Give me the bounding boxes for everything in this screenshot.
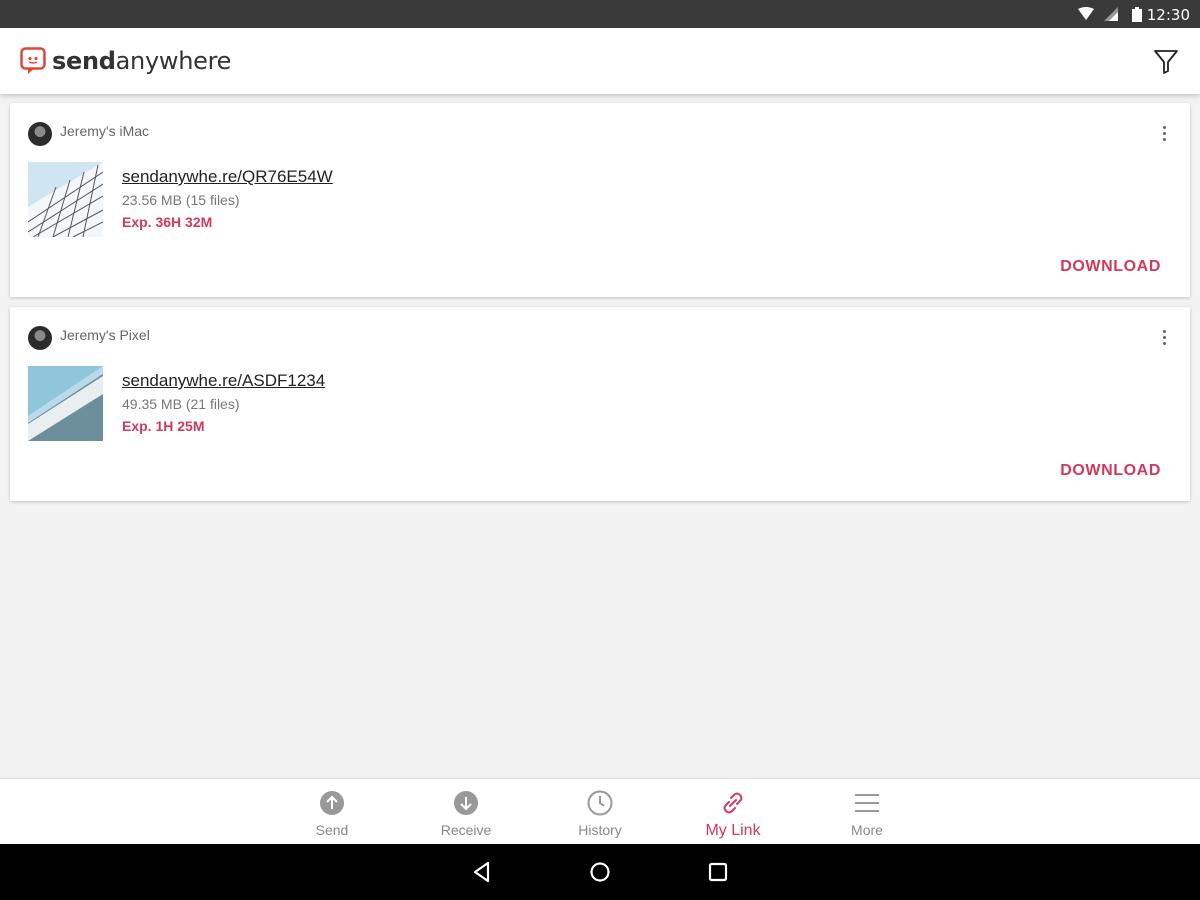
app-header: sendanywhere	[0, 28, 1200, 94]
nav-history[interactable]: History	[545, 779, 655, 845]
recents-icon[interactable]	[706, 860, 730, 884]
signal-icon	[1104, 7, 1118, 21]
menu-icon	[855, 794, 879, 812]
nav-label: Receive	[440, 822, 492, 838]
bottom-navigation: Send Receive History My Link More	[0, 778, 1200, 844]
share-link[interactable]: sendanywhe.re/ASDF1234	[122, 371, 325, 391]
file-thumbnail[interactable]	[28, 366, 103, 441]
avatar	[28, 326, 52, 350]
system-navigation-bar	[0, 844, 1200, 900]
file-thumbnail[interactable]	[28, 162, 103, 237]
nav-receive[interactable]: Receive	[411, 779, 521, 845]
download-button[interactable]: DOWNLOAD	[1060, 462, 1161, 480]
nav-label: More	[851, 822, 883, 838]
nav-label: Send	[315, 822, 349, 838]
battery-icon	[1132, 7, 1142, 22]
transfer-card: Jeremy's Pixel sendanywhe.re/ASDF1234 49…	[10, 307, 1190, 501]
file-size: 49.35 MB (21 files)	[122, 396, 240, 412]
more-options-icon[interactable]	[1156, 325, 1172, 349]
device-name: Jeremy's iMac	[60, 123, 150, 139]
status-bar: 12:30	[0, 0, 1200, 28]
file-size: 23.56 MB (15 files)	[122, 192, 240, 208]
nav-label: My Link	[705, 822, 761, 839]
logo-text: sendanywhere	[52, 47, 232, 75]
download-icon	[454, 791, 478, 815]
transfer-card: Jeremy's iMac sendanywhe.re/QR76E54W 23.…	[10, 103, 1190, 297]
clock-icon	[587, 790, 613, 816]
link-icon	[723, 792, 743, 814]
more-options-icon[interactable]	[1156, 121, 1172, 145]
clock-time: 12:30	[1146, 6, 1190, 24]
upload-icon	[320, 791, 344, 815]
nav-send[interactable]: Send	[277, 779, 387, 845]
sendanywhere-logo-icon	[20, 47, 46, 74]
expiry-time: Exp. 36H 32M	[122, 214, 213, 230]
app-logo: sendanywhere	[20, 47, 231, 75]
share-link[interactable]: sendanywhe.re/QR76E54W	[122, 167, 333, 187]
device-name: Jeremy's Pixel	[60, 327, 150, 343]
nav-my-link[interactable]: My Link	[678, 779, 788, 845]
nav-more[interactable]: More	[812, 779, 922, 845]
avatar	[28, 122, 52, 146]
wifi-icon	[1078, 7, 1094, 20]
download-button[interactable]: DOWNLOAD	[1060, 258, 1161, 276]
back-icon[interactable]	[470, 860, 494, 884]
home-icon[interactable]	[588, 860, 612, 884]
nav-label: History	[578, 822, 622, 838]
filter-icon[interactable]	[1152, 47, 1180, 75]
expiry-time: Exp. 1H 25M	[122, 418, 205, 434]
